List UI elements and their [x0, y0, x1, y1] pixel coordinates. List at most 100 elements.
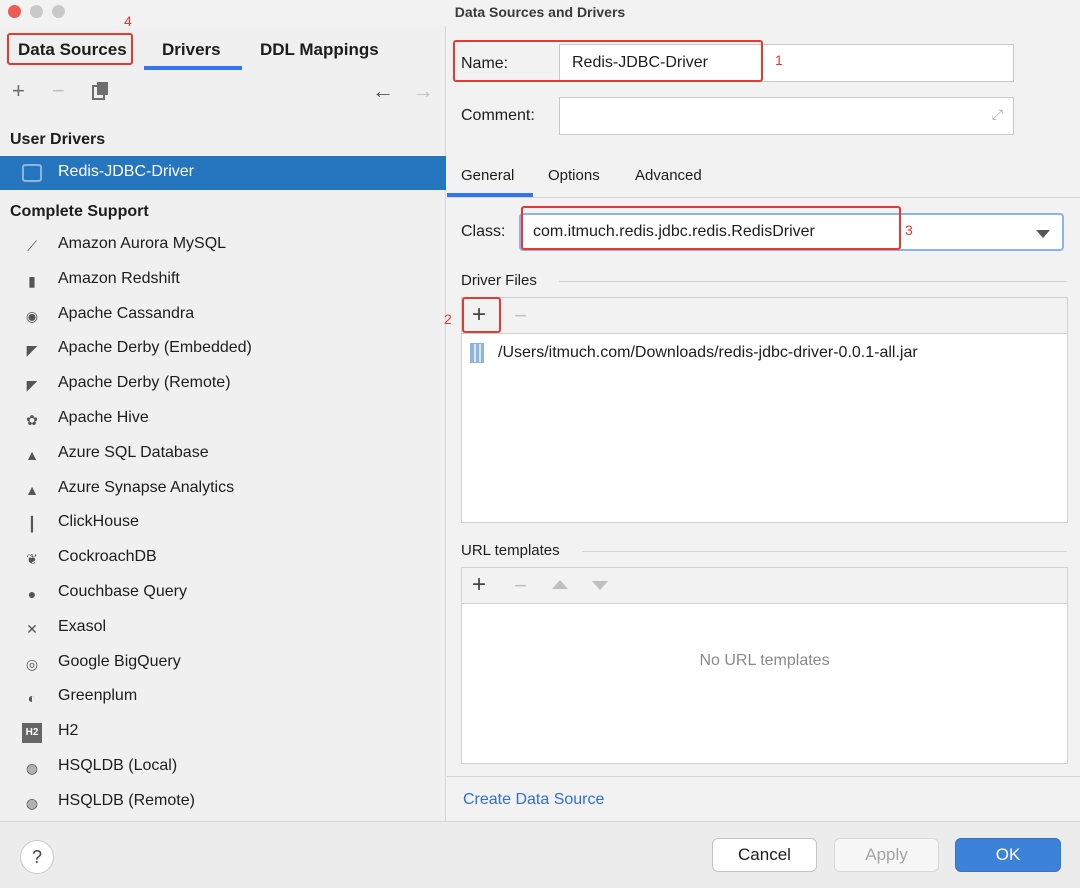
sidebar-item[interactable]: ● Couchbase Query — [0, 576, 446, 610]
sidebar-item[interactable]: ▲ Azure Synapse Analytics — [0, 472, 446, 506]
remove-url-icon[interactable]: − — [514, 573, 527, 599]
sidebar-item[interactable]: H2 H2 — [0, 715, 446, 749]
sidebar-item[interactable]: ▮ Amazon Redshift — [0, 263, 446, 297]
subtab-general[interactable]: General — [461, 167, 514, 184]
sidebar-item[interactable]: ◍ HSQLDB (Remote) — [0, 785, 446, 819]
bigquery-icon: ◎ — [25, 655, 39, 672]
cassandra-icon: ◉ — [25, 307, 39, 324]
hsqldb-icon: ◍ — [25, 760, 39, 776]
driver-files-label: Driver Files — [461, 272, 537, 289]
subtab-options[interactable]: Options — [548, 167, 600, 184]
sidebar-item-label: ClickHouse — [58, 513, 139, 531]
driver-icon — [22, 164, 42, 182]
sidebar-item-label: CockroachDB — [58, 548, 157, 566]
sidebar-item-label: Google BigQuery — [58, 652, 181, 670]
tab-drivers[interactable]: Drivers — [162, 40, 221, 60]
add-url-icon[interactable]: + — [472, 572, 486, 598]
back-arrow-icon[interactable]: ← — [372, 80, 394, 102]
sidebar-item-label: Redis-JDBC-Driver — [58, 163, 195, 180]
sidebar-item[interactable]: ┃ ClickHouse — [0, 506, 446, 540]
sidebar-item[interactable]: ❦ CockroachDB — [0, 541, 446, 575]
sidebar-item[interactable]: ⟋ Amazon Aurora MySQL — [0, 228, 446, 262]
sidebar-item-label: Greenplum — [58, 687, 138, 705]
ok-button[interactable]: OK — [955, 838, 1061, 872]
sidebar-item[interactable]: ✕ Exasol — [0, 611, 446, 645]
exasol-icon: ✕ — [26, 620, 38, 637]
apply-button[interactable]: Apply — [834, 838, 939, 872]
remove-file-icon[interactable]: − — [514, 303, 527, 329]
comment-label: Comment: — [461, 107, 535, 124]
sidebar-item[interactable]: ◤ Apache Derby (Embedded) — [0, 332, 446, 366]
aurora-icon: ⟋ — [27, 238, 37, 254]
clickhouse-icon: ┃ — [27, 516, 37, 533]
right-pane: Name: Redis-JDBC-Driver 1 Comment: ⤢ Gen… — [444, 26, 1080, 821]
url-empty-text: No URL templates — [699, 652, 830, 669]
annotation-box-4 — [7, 33, 133, 65]
annotation-number-4: 4 — [124, 13, 132, 29]
annotation-box-1 — [453, 40, 763, 82]
bottom-divider — [447, 776, 1080, 777]
hsqldb-icon: ◍ — [25, 794, 39, 811]
zoom-window-button[interactable] — [52, 5, 65, 18]
close-window-button[interactable] — [8, 5, 21, 18]
class-label: Class: — [461, 223, 506, 240]
add-icon[interactable]: + — [12, 80, 25, 102]
sidebar-item-label: HSQLDB (Local) — [58, 757, 178, 774]
sidebar-item[interactable]: ◉ Apache Cassandra — [0, 298, 446, 332]
driver-file-path: /Users/itmuch.com/Downloads/redis-jdbc-d… — [498, 344, 918, 361]
couchbase-icon: ● — [27, 586, 37, 602]
driver-files-divider — [559, 281, 1067, 282]
url-templates-divider — [582, 551, 1067, 552]
complete-support-header: Complete Support — [10, 203, 149, 220]
expand-icon[interactable]: ⤢ — [992, 106, 1003, 123]
driver-file-row[interactable]: /Users/itmuch.com/Downloads/redis-jdbc-d… — [462, 338, 1067, 368]
jar-file-icon — [470, 343, 484, 363]
sidebar-item-redis-jdbc-driver[interactable]: Redis-JDBC-Driver — [0, 156, 446, 190]
hive-icon: ✿ — [26, 412, 38, 428]
sidebar-item[interactable]: ◍ HSQLDB (Local) — [0, 750, 446, 784]
create-data-source-link[interactable]: Create Data Source — [463, 791, 604, 809]
annotation-box-2 — [462, 297, 501, 333]
chevron-down-icon[interactable] — [1036, 230, 1050, 238]
annotation-number-1: 1 — [775, 52, 783, 68]
comment-field[interactable]: ⤢ — [559, 97, 1014, 135]
sidebar-item[interactable]: ◤ Apache Derby (Remote) — [0, 367, 446, 401]
sidebar-item-label: HSQLDB (Remote) — [58, 791, 195, 809]
cockroach-icon: ❦ — [26, 551, 38, 568]
sidebar-item[interactable]: ◎ Google BigQuery — [0, 646, 446, 680]
forward-arrow-icon[interactable]: → — [412, 80, 434, 102]
help-button[interactable]: ? — [20, 840, 54, 874]
cancel-button[interactable]: Cancel — [712, 838, 817, 872]
active-tab-indicator — [144, 66, 242, 70]
move-down-icon[interactable] — [592, 581, 608, 590]
sidebar-item-label: Azure Synapse Analytics — [58, 478, 235, 496]
azure-icon: ▲ — [25, 481, 39, 498]
azure-icon: ▲ — [25, 446, 39, 463]
left-pane: Data Sources Drivers DDL Mappings 4 + − … — [0, 13, 446, 821]
sidebar-item-label: Amazon Aurora MySQL — [58, 235, 227, 252]
remove-icon[interactable]: − — [52, 80, 65, 102]
sidebar-item[interactable]: ◐ Greenplum — [0, 680, 446, 714]
url-templates-panel: + − No URL templates — [461, 567, 1068, 764]
sidebar-item-label: Apache Cassandra — [58, 304, 195, 322]
sidebar-item-label: Apache Derby (Remote) — [58, 374, 231, 392]
subtab-advanced[interactable]: Advanced — [635, 167, 702, 184]
sidebar-item[interactable]: ▲ Azure SQL Database — [0, 437, 446, 471]
dialog-window: Data Sources and Drivers Data Sources Dr… — [0, 0, 1080, 888]
duplicate-icon[interactable] — [92, 81, 110, 105]
sidebar-item[interactable]: ✿ Apache Hive — [0, 402, 446, 436]
user-drivers-header: User Drivers — [10, 131, 106, 148]
derby-icon: ◤ — [26, 342, 38, 359]
sidebar-item-label: Exasol — [58, 617, 107, 635]
annotation-box-3 — [521, 206, 901, 250]
url-templates-label: URL templates — [461, 542, 560, 559]
sidebar-item-label: Apache Derby (Embedded) — [58, 339, 252, 357]
move-up-icon[interactable] — [552, 580, 568, 589]
sidebar-item-label: Apache Hive — [58, 409, 149, 426]
minimize-window-button[interactable] — [30, 5, 43, 18]
tab-ddl-mappings[interactable]: DDL Mappings — [260, 40, 379, 60]
annotation-number-3: 3 — [905, 222, 913, 238]
window-title: Data Sources and Drivers — [454, 4, 626, 20]
greenplum-icon: ◐ — [27, 690, 37, 707]
title-bar: Data Sources and Drivers — [0, 0, 1080, 26]
